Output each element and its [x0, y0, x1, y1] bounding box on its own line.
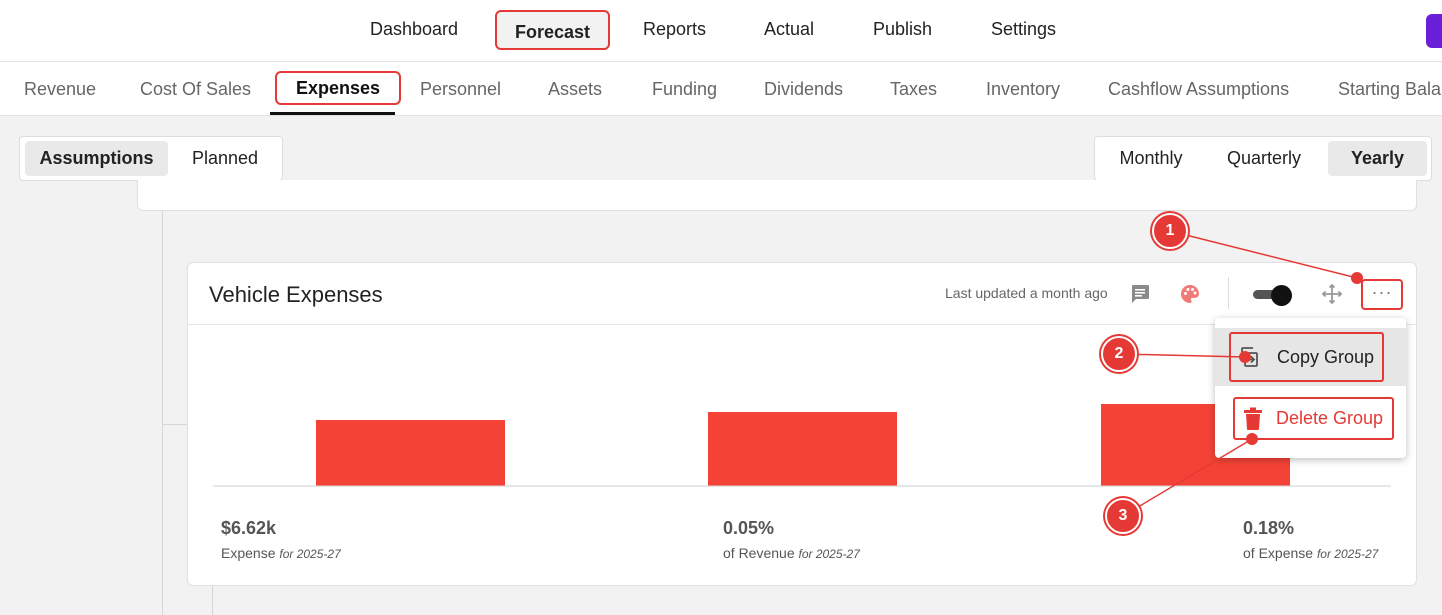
- nav-publish[interactable]: Publish: [873, 19, 932, 40]
- sub-nav: Revenue Cost Of Sales Expenses Personnel…: [0, 62, 1442, 116]
- trash-icon: [1242, 407, 1264, 431]
- period-toggle: Monthly Quarterly Yearly: [1094, 136, 1432, 181]
- stat-revenue-desc: of Revenue for 2025-27: [723, 545, 860, 561]
- stat-expense: $6.62k Expense for 2025-27: [221, 518, 341, 561]
- visibility-toggle[interactable]: [1253, 285, 1293, 306]
- tab-cost-of-sales[interactable]: Cost Of Sales: [140, 79, 251, 100]
- planned-option[interactable]: Planned: [170, 141, 280, 176]
- toggle-knob: [1271, 285, 1292, 306]
- move-icon[interactable]: [1320, 282, 1344, 306]
- tree-branch: [162, 424, 188, 425]
- stat-revenue-value: 0.05%: [723, 518, 775, 538]
- tab-taxes[interactable]: Taxes: [890, 79, 937, 100]
- stat-expense-label: Expense: [221, 545, 276, 561]
- copy-group-label: Copy Group: [1277, 347, 1375, 367]
- yearly-option[interactable]: Yearly: [1328, 141, 1427, 176]
- stat-expshare-label: of Expense: [1243, 545, 1314, 561]
- delete-group-label: Delete Group: [1276, 408, 1384, 428]
- comment-icon[interactable]: [1128, 282, 1152, 306]
- more-options-button[interactable]: ···: [1361, 279, 1403, 310]
- stat-expshare-desc: of Expense for 2025-27: [1243, 545, 1378, 561]
- nav-dashboard[interactable]: Dashboard: [370, 19, 458, 40]
- stat-revenue-share: 0.05% of Revenue for 2025-27: [723, 518, 860, 561]
- quarterly-option[interactable]: Quarterly: [1213, 141, 1315, 176]
- stat-revenue-period: for 2025-27: [798, 547, 860, 561]
- top-nav: Dashboard Forecast Reports Actual Publis…: [0, 0, 1442, 62]
- last-updated-text: Last updated a month ago: [945, 285, 1108, 301]
- nav-forecast[interactable]: Forecast: [495, 10, 611, 50]
- tab-dividends[interactable]: Dividends: [764, 79, 843, 100]
- header-separator: [1228, 277, 1229, 309]
- nav-actual[interactable]: Actual: [764, 19, 814, 40]
- tab-inventory[interactable]: Inventory: [986, 79, 1060, 100]
- stat-expense-period: for 2025-27: [279, 547, 341, 561]
- group-options-menu: Copy Group Delete Group: [1215, 318, 1406, 458]
- monthly-option[interactable]: Monthly: [1101, 141, 1201, 176]
- card-header: Vehicle Expenses Last updated a month ag…: [188, 263, 1416, 325]
- callout-anchor-1: [1351, 272, 1363, 284]
- tab-starting-balance[interactable]: Starting Balar: [1338, 79, 1442, 100]
- stat-expense-share: 0.18% of Expense for 2025-27: [1243, 518, 1378, 561]
- tab-cashflow-assumptions[interactable]: Cashflow Assumptions: [1108, 79, 1289, 100]
- previous-card: [137, 180, 1417, 211]
- profile-chip[interactable]: [1426, 14, 1442, 48]
- card-title: Vehicle Expenses: [209, 282, 383, 307]
- callout-anchor-2: [1239, 351, 1251, 363]
- stat-revenue-label: of Revenue: [723, 545, 795, 561]
- stat-expense-value: $6.62k: [221, 518, 277, 538]
- callout-anchor-3: [1246, 433, 1258, 445]
- tab-personnel[interactable]: Personnel: [420, 79, 501, 100]
- active-tab-underline: [270, 112, 395, 115]
- copy-group-highlight: Copy Group: [1229, 332, 1384, 382]
- tree-line: [162, 211, 163, 615]
- callout-2: 2: [1101, 336, 1137, 372]
- palette-icon[interactable]: [1178, 282, 1202, 306]
- callout-1: 1: [1152, 213, 1188, 249]
- nav-settings[interactable]: Settings: [991, 19, 1056, 40]
- view-toggle: Assumptions Planned: [19, 136, 283, 181]
- tab-revenue[interactable]: Revenue: [24, 79, 96, 100]
- stat-expshare-value: 0.18%: [1243, 518, 1295, 538]
- stat-expense-desc: Expense for 2025-27: [221, 545, 341, 561]
- delete-group-item[interactable]: Delete Group: [1233, 397, 1394, 440]
- stat-expshare-period: for 2025-27: [1316, 547, 1379, 561]
- tab-expenses[interactable]: Expenses: [275, 71, 402, 105]
- tab-assets[interactable]: Assets: [548, 79, 602, 100]
- nav-reports[interactable]: Reports: [643, 19, 706, 40]
- callout-3: 3: [1105, 498, 1141, 534]
- assumptions-option[interactable]: Assumptions: [25, 141, 168, 176]
- tab-funding[interactable]: Funding: [652, 79, 717, 100]
- tree-line-inner: [212, 586, 213, 615]
